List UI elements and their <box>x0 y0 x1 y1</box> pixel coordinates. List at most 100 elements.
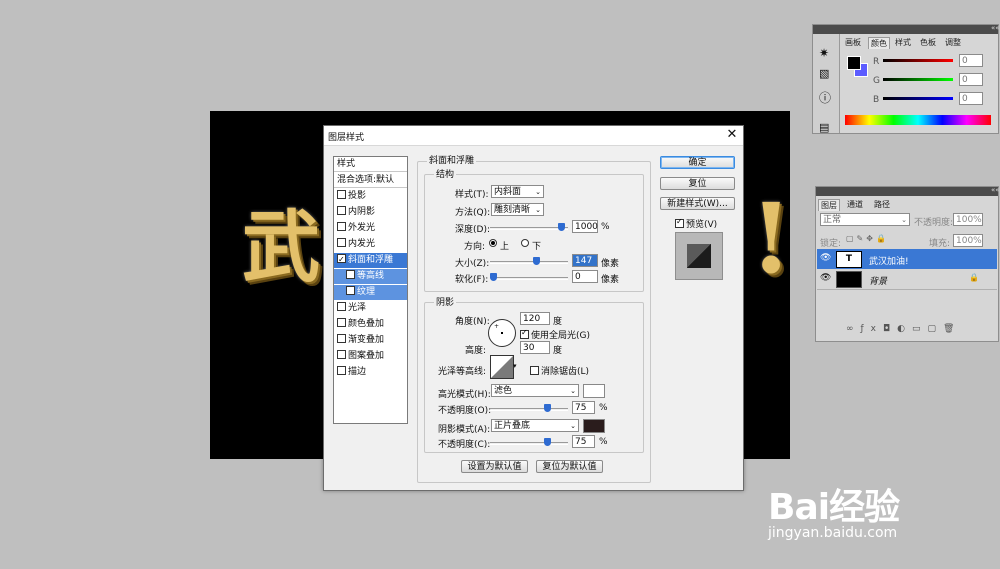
shadow-mode-select[interactable]: 正片叠底 ⌄ <box>491 419 579 432</box>
altitude-input[interactable]: 30 <box>520 341 550 354</box>
close-icon[interactable]: ✕ <box>724 127 740 143</box>
blend-options-item[interactable]: 混合选项:默认 <box>334 173 407 188</box>
g-input[interactable]: 0 <box>959 73 983 86</box>
style-list-header[interactable]: 样式 <box>334 157 407 172</box>
color-panel-tab[interactable]: 画板 <box>843 37 863 48</box>
style-item-checkbox[interactable] <box>337 190 346 199</box>
style-item[interactable]: 斜面和浮雕 <box>334 252 407 268</box>
global-light-checkbox[interactable] <box>520 328 529 339</box>
clipboard-icon[interactable]: ▤ <box>819 121 829 134</box>
layers-panel-titlebar[interactable] <box>816 187 998 196</box>
style-item-checkbox[interactable] <box>337 334 346 343</box>
preview-row[interactable]: 预览(V) <box>675 217 717 230</box>
color-panel-tab[interactable]: 调整 <box>943 37 963 48</box>
color-panel-tab[interactable]: 颜色 <box>868 37 890 49</box>
style-item[interactable]: 图案叠加 <box>334 349 407 364</box>
color-panel-tab[interactable]: 色板 <box>918 37 938 48</box>
size-slider[interactable] <box>490 261 568 264</box>
style-item[interactable]: 外发光 <box>334 221 407 236</box>
layer-row-text[interactable]: 👁 T 武汉加油! <box>817 249 997 269</box>
style-item[interactable]: 颜色叠加 <box>334 317 407 332</box>
anti-aliased-checkbox[interactable] <box>530 366 539 375</box>
layers-panel-tab[interactable]: 通道 <box>845 199 865 210</box>
style-item[interactable]: 等高线 <box>334 269 407 284</box>
shadow-opacity-thumb[interactable] <box>544 438 551 446</box>
blend-mode-select[interactable]: 正常 ⌄ <box>820 213 910 226</box>
b-slider[interactable] <box>883 97 953 100</box>
collapse-icon[interactable]: «« <box>991 186 1000 194</box>
layer-name[interactable]: 武汉加油! <box>869 254 909 267</box>
highlight-mode-select[interactable]: 滤色 ⌄ <box>491 384 579 397</box>
r-input[interactable]: 0 <box>959 54 983 67</box>
gloss-contour-swatch[interactable] <box>490 355 514 379</box>
dialog-title-bar[interactable]: 图层样式 ✕ <box>324 126 743 146</box>
highlight-color-swatch[interactable] <box>583 384 605 398</box>
ok-button[interactable]: 确定 <box>660 156 735 169</box>
bevel-style-select[interactable]: 内斜面 ⌄ <box>491 185 544 198</box>
shadow-opacity-slider[interactable] <box>490 442 568 445</box>
g-slider[interactable] <box>883 78 953 81</box>
style-item[interactable]: 渐变叠加 <box>334 333 407 348</box>
color-panel-titlebar[interactable] <box>813 25 998 34</box>
style-item[interactable]: 纹理 <box>334 285 407 300</box>
layers-panel-tab[interactable]: 图层 <box>818 199 840 211</box>
collapse-icon[interactable]: «« <box>991 24 1000 32</box>
new-style-button[interactable]: 新建样式(W)... <box>660 197 735 210</box>
style-item[interactable]: 内发光 <box>334 237 407 252</box>
technique-select[interactable]: 雕刻清晰 ⌄ <box>491 203 544 216</box>
shadow-opacity-input[interactable]: 75 <box>572 435 595 448</box>
layer-bottom-toolbar[interactable]: ∞ƒx◘◐▭▢🗑 <box>846 324 961 334</box>
r-slider[interactable] <box>883 59 953 62</box>
style-item[interactable]: 光泽 <box>334 301 407 316</box>
style-item-checkbox[interactable] <box>346 286 355 295</box>
direction-up-radio[interactable] <box>489 239 497 247</box>
depth-slider[interactable] <box>490 227 568 230</box>
anti-aliased-row[interactable]: 消除锯齿(L) <box>530 364 589 377</box>
style-item-checkbox[interactable] <box>337 318 346 327</box>
angle-input[interactable]: 120 <box>520 312 550 325</box>
style-item-checkbox[interactable] <box>337 222 346 231</box>
soften-slider[interactable] <box>490 277 568 280</box>
eye-icon[interactable]: 👁 <box>820 253 831 263</box>
opacity-input[interactable]: 100% <box>953 213 983 226</box>
style-item[interactable]: 描边 <box>334 365 407 380</box>
style-item[interactable]: 内阴影 <box>334 205 407 220</box>
eye-icon[interactable]: 👁 <box>820 273 831 283</box>
direction-down-radio[interactable] <box>521 239 529 247</box>
style-item-checkbox[interactable] <box>337 206 346 215</box>
highlight-opacity-slider[interactable] <box>490 408 568 411</box>
highlight-opacity-input[interactable]: 75 <box>572 401 595 414</box>
fill-input[interactable]: 100% <box>953 234 983 247</box>
b-input[interactable]: 0 <box>959 92 983 105</box>
style-item-checkbox[interactable] <box>337 350 346 359</box>
set-default-button[interactable]: 设置为默认值 <box>461 460 528 473</box>
foreground-color-swatch[interactable] <box>847 56 861 70</box>
color-ramp[interactable] <box>845 115 991 125</box>
layers-panel-tab[interactable]: 路径 <box>872 199 892 210</box>
reset-default-button[interactable]: 复位为默认值 <box>536 460 603 473</box>
layer-name[interactable]: 背景 <box>869 274 887 287</box>
shadow-color-swatch[interactable] <box>583 419 605 433</box>
soften-input[interactable]: 0 <box>572 270 598 283</box>
size-slider-thumb[interactable] <box>533 257 541 265</box>
color-panel-tab[interactable]: 样式 <box>893 37 913 48</box>
layer-row-background[interactable]: 👁 背景 🔒 <box>817 269 997 290</box>
size-input[interactable]: 147 <box>572 254 598 267</box>
angle-dial[interactable]: + <box>488 319 516 347</box>
style-item-checkbox[interactable] <box>337 366 346 375</box>
image-icon[interactable]: ▧ <box>819 67 829 80</box>
lock-icons[interactable]: ▢✎✥🔒 <box>846 234 889 243</box>
info-icon[interactable]: ⓘ <box>819 89 831 106</box>
style-item-checkbox[interactable] <box>337 302 346 311</box>
highlight-opacity-thumb[interactable] <box>544 404 551 412</box>
style-item-checkbox[interactable] <box>346 270 355 279</box>
global-light-row[interactable]: 使用全局光(G) <box>520 328 590 341</box>
style-item-checkbox[interactable] <box>337 238 346 247</box>
depth-input[interactable]: 1000 <box>572 220 598 233</box>
style-item[interactable]: 投影 <box>334 189 407 204</box>
brightness-icon[interactable]: ✷ <box>819 46 829 60</box>
style-item-checkbox[interactable] <box>337 252 346 267</box>
preview-checkbox[interactable] <box>675 217 684 228</box>
chevron-down-icon[interactable]: ▾ <box>513 362 517 370</box>
soften-slider-thumb[interactable] <box>490 273 497 281</box>
